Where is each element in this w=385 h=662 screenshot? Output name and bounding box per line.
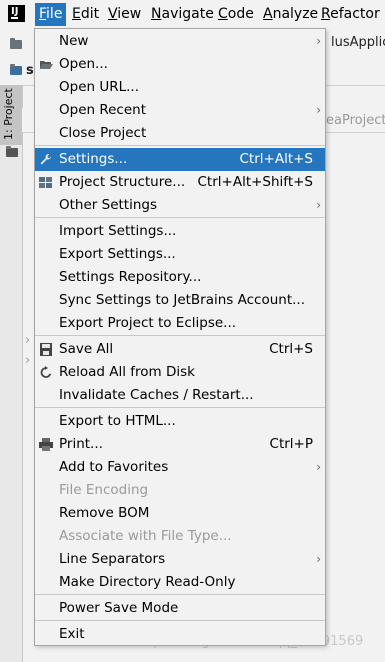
menu-item-label: New (59, 33, 89, 49)
menu-item-label: Other Settings (59, 197, 157, 213)
chevron-right-icon: › (316, 103, 321, 117)
menu-item-shortcut: Ctrl+Alt+S (239, 151, 314, 167)
folder-icon (6, 146, 18, 157)
menu-item-make-directory-read-only[interactable]: Make Directory Read-Only (35, 571, 325, 594)
menu-item-save-all[interactable]: Save All Ctrl+S (35, 338, 325, 361)
menu-code[interactable]: Code (214, 3, 258, 26)
project-tree-path[interactable]: eaProjects (326, 113, 385, 128)
chevron-right-icon: › (316, 198, 321, 212)
menu-item-project-structure[interactable]: Project Structure... Ctrl+Alt+Shift+S (35, 171, 325, 194)
logo-text: IJ (11, 6, 19, 17)
chevron-right-icon: › (316, 460, 321, 474)
menu-item-import-settings[interactable]: Import Settings... (35, 220, 325, 243)
menu-item-label: Add to Favorites (59, 459, 169, 475)
menu-file[interactable]: File (35, 3, 67, 26)
menu-item-invalidate-caches-restart[interactable]: Invalidate Caches / Restart... (35, 384, 325, 407)
folder-icon[interactable] (10, 38, 22, 49)
menu-item-label: Export Project to Eclipse... (59, 315, 237, 331)
menu-item-label: Import Settings... (59, 223, 177, 239)
menu-item-add-to-favorites[interactable]: Add to Favorites › (35, 456, 325, 479)
menu-item-export-project-to-eclipse[interactable]: Export Project to Eclipse... (35, 312, 325, 335)
menu-item-label: Project Structure... (59, 174, 186, 190)
menu-separator (35, 335, 325, 336)
menu-item-other-settings[interactable]: Other Settings › (35, 194, 325, 217)
menu-view[interactable]: View (104, 3, 145, 26)
chevron-right-icon: › (316, 34, 321, 48)
menu-item-label: Export Settings... (59, 246, 176, 262)
menu-item-file-encoding: File Encoding (35, 479, 325, 502)
editor-tab-partial[interactable]: lusApplic (331, 35, 385, 50)
menu-edit[interactable]: Edit (68, 3, 103, 26)
menu-item-close-project[interactable]: Close Project (35, 122, 325, 145)
menu-item-associate-with-file-type: Associate with File Type... (35, 525, 325, 548)
project-tool-tab-label: 1: Project (2, 88, 15, 140)
file-menu-dropdown: New › Open... Open URL... Open Recent › Close … (34, 28, 326, 646)
menu-item-label: Print... (59, 436, 103, 452)
menu-item-open[interactable]: Open... (35, 53, 325, 76)
menu-item-shortcut: Ctrl+P (269, 436, 313, 452)
menu-item-remove-bom[interactable]: Remove BOM (35, 502, 325, 525)
intellij-logo-icon: IJ (8, 5, 25, 22)
menu-separator (35, 594, 325, 595)
tool-window-strip (0, 85, 23, 662)
project-icon (10, 64, 22, 75)
menu-item-label: Line Separators (59, 551, 166, 567)
chevron-right-icon[interactable]: › (25, 333, 30, 348)
menu-navigate[interactable]: Navigate (147, 3, 218, 26)
menu-item-label: Save All (59, 341, 114, 357)
menu-item-label: Exit (59, 626, 85, 642)
menu-analyze[interactable]: Analyze (259, 3, 322, 26)
menu-item-label: Power Save Mode (59, 600, 179, 616)
reload-icon (39, 366, 53, 379)
project-structure-icon (39, 176, 53, 189)
menu-item-export-to-html[interactable]: Export to HTML... (35, 410, 325, 433)
menu-item-label: Settings Repository... (59, 269, 202, 285)
menu-item-shortcut: Ctrl+Alt+Shift+S (197, 174, 314, 190)
save-icon (39, 343, 53, 356)
menu-item-label: Sync Settings to JetBrains Account... (59, 292, 306, 308)
menu-item-label: Remove BOM (59, 505, 150, 521)
menu-item-print[interactable]: Print... Ctrl+P (35, 433, 325, 456)
menu-item-power-save-mode[interactable]: Power Save Mode (35, 597, 325, 620)
menu-item-label: Open Recent (59, 102, 147, 118)
menu-item-shortcut: Ctrl+S (269, 341, 313, 357)
menu-item-exit[interactable]: Exit (35, 623, 325, 646)
menu-item-label: Invalidate Caches / Restart... (59, 387, 254, 403)
menu-item-settings[interactable]: Settings... Ctrl+Alt+S (35, 148, 325, 171)
menu-item-label: Export to HTML... (59, 413, 176, 429)
chevron-right-icon: › (316, 552, 321, 566)
menu-item-sync-settings-to-jetbrains-account[interactable]: Sync Settings to JetBrains Account... (35, 289, 325, 312)
menu-separator (35, 620, 325, 621)
menu-item-label: File Encoding (59, 482, 149, 498)
chevron-right-icon[interactable]: › (25, 353, 30, 368)
menu-item-label: Settings... (59, 151, 128, 167)
menu-item-open-url[interactable]: Open URL... (35, 76, 325, 99)
menu-item-export-settings[interactable]: Export Settings... (35, 243, 325, 266)
menu-item-line-separators[interactable]: Line Separators › (35, 548, 325, 571)
menu-separator (35, 217, 325, 218)
menu-item-label: Open URL... (59, 79, 140, 95)
folder-open-icon (39, 58, 53, 71)
menu-refactor[interactable]: Refactor (317, 3, 384, 26)
menu-item-open-recent[interactable]: Open Recent › (35, 99, 325, 122)
nav-project-name[interactable]: s (26, 63, 34, 78)
menu-item-new[interactable]: New › (35, 30, 325, 53)
wrench-icon (39, 153, 53, 166)
menu-item-settings-repository[interactable]: Settings Repository... (35, 266, 325, 289)
menu-item-label: Close Project (59, 125, 147, 141)
print-icon (39, 438, 53, 451)
menu-item-label: Open... (59, 56, 108, 72)
menu-separator (35, 407, 325, 408)
menu-separator (35, 145, 325, 146)
menu-item-label: Reload All from Disk (59, 364, 195, 380)
menu-item-label: Make Directory Read-Only (59, 574, 236, 590)
menu-item-label: Associate with File Type... (59, 528, 232, 544)
menu-item-reload-all-from-disk[interactable]: Reload All from Disk (35, 361, 325, 384)
